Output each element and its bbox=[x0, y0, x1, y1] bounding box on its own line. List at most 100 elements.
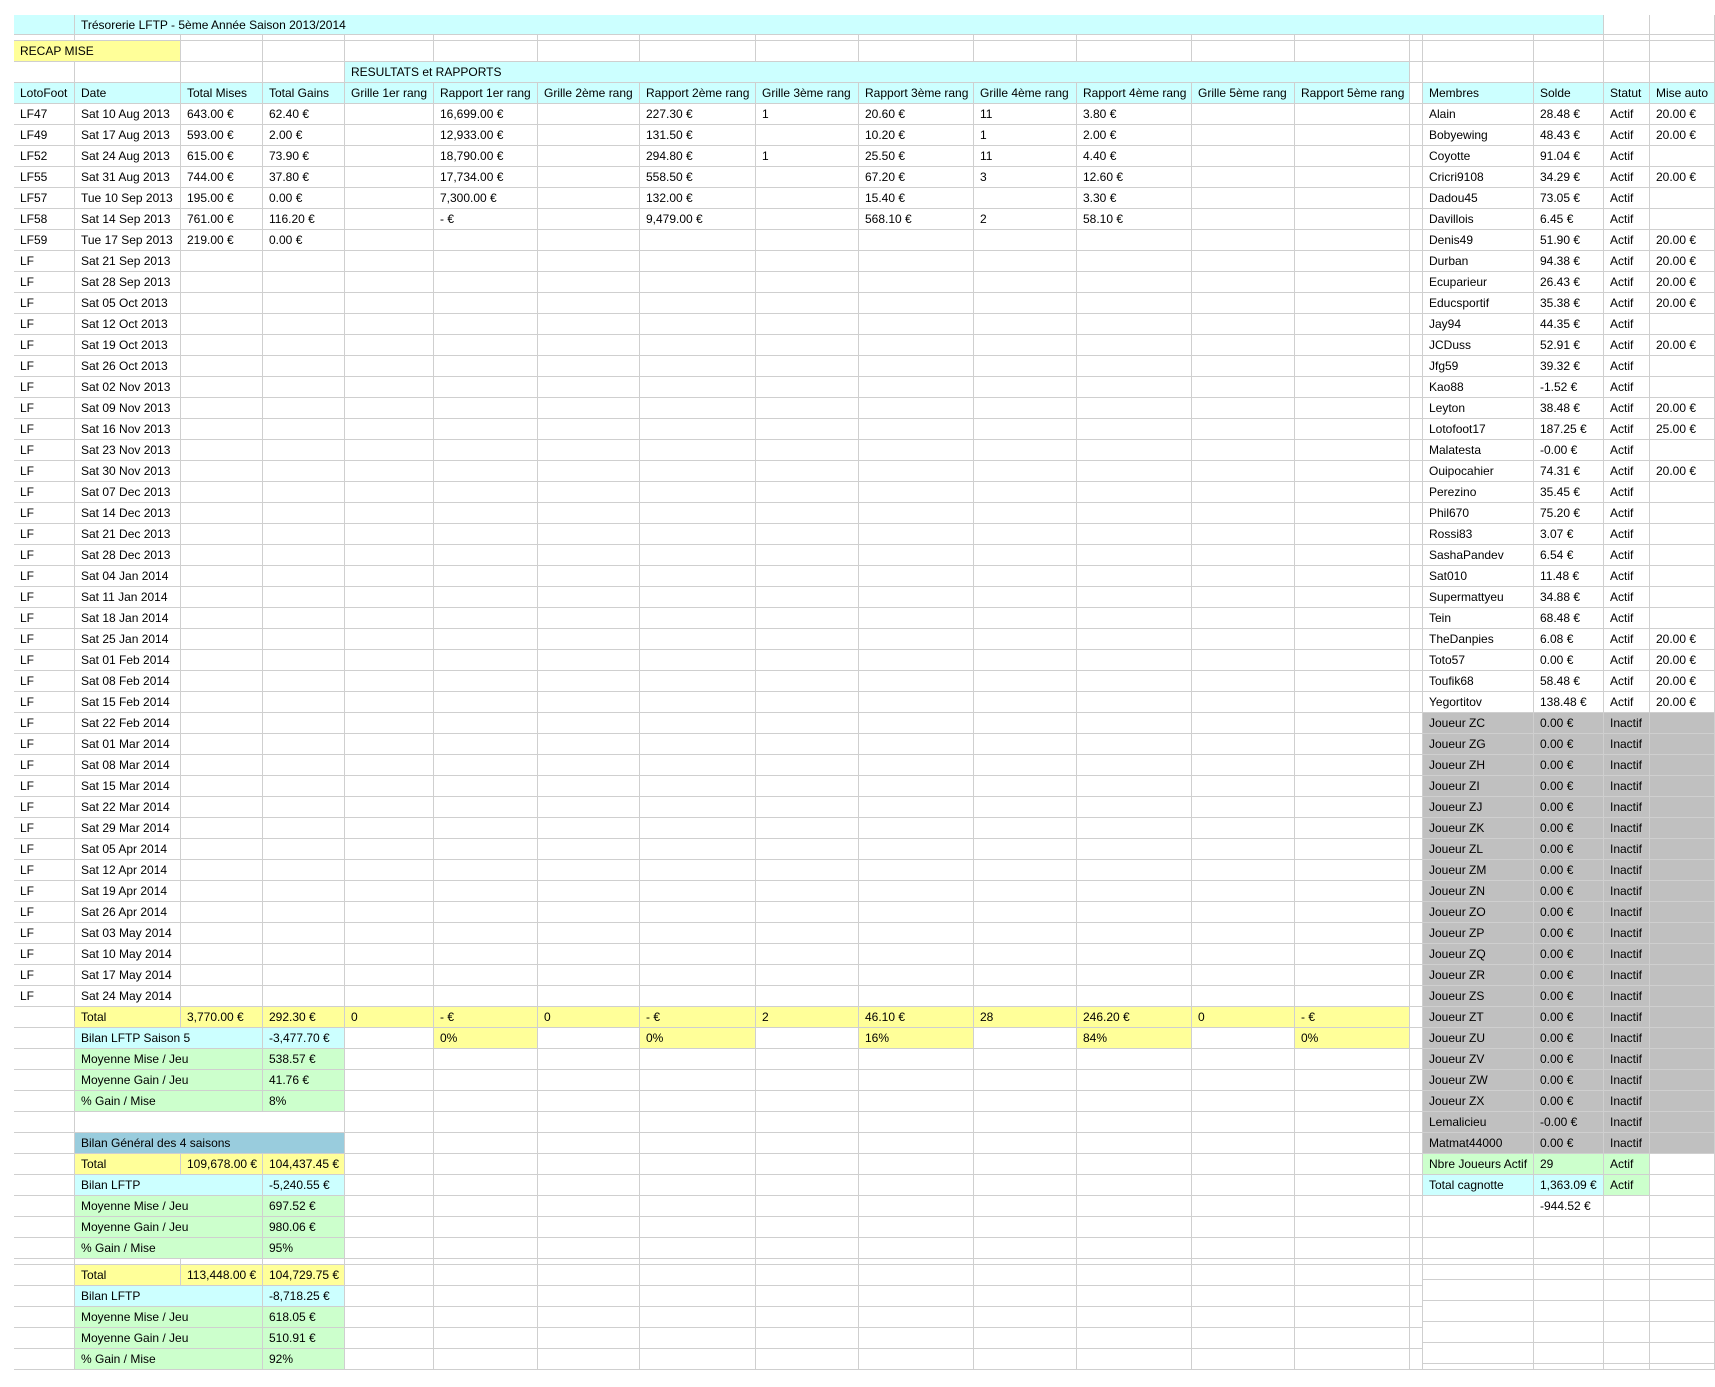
member-summary-value[interactable]: 29 bbox=[1534, 1154, 1604, 1175]
blank-cell[interactable] bbox=[756, 1049, 859, 1070]
member-cell[interactable]: Kao88 bbox=[1423, 377, 1534, 398]
game-cell[interactable] bbox=[434, 503, 538, 524]
game-cell[interactable]: Sat 03 May 2014 bbox=[75, 923, 181, 944]
blank-cell[interactable] bbox=[434, 1133, 538, 1154]
game-cell[interactable] bbox=[974, 839, 1077, 860]
member-cell[interactable]: Inactif bbox=[1604, 1007, 1650, 1028]
game-cell[interactable]: LF bbox=[14, 440, 75, 461]
game-cell[interactable] bbox=[974, 440, 1077, 461]
blank-cell[interactable] bbox=[1295, 1154, 1410, 1175]
blank-cell[interactable] bbox=[756, 1112, 859, 1133]
game-cell[interactable] bbox=[1192, 125, 1295, 146]
game-cell[interactable]: LF bbox=[14, 713, 75, 734]
game-cell[interactable] bbox=[756, 923, 859, 944]
game-cell[interactable] bbox=[345, 335, 434, 356]
game-cell[interactable] bbox=[640, 713, 756, 734]
game-cell[interactable] bbox=[859, 398, 974, 419]
member-cell[interactable]: 20.00 € bbox=[1650, 230, 1715, 251]
game-cell[interactable] bbox=[640, 965, 756, 986]
member-cell[interactable]: Lemalicieu bbox=[1423, 1112, 1534, 1133]
member-cell[interactable]: Joueur ZR bbox=[1423, 965, 1534, 986]
bilan-row-value[interactable]: 618.05 € bbox=[263, 1307, 345, 1328]
blank-cell[interactable] bbox=[859, 1070, 974, 1091]
game-cell[interactable]: LF bbox=[14, 272, 75, 293]
separator-cell[interactable] bbox=[1410, 1007, 1423, 1028]
blank-cell[interactable] bbox=[1650, 1364, 1715, 1370]
separator-cell[interactable] bbox=[1410, 356, 1423, 377]
total-cell[interactable]: 0 bbox=[538, 1007, 640, 1028]
game-cell[interactable] bbox=[859, 860, 974, 881]
game-cell[interactable] bbox=[640, 839, 756, 860]
blank-cell[interactable] bbox=[640, 1133, 756, 1154]
separator-cell[interactable] bbox=[1410, 944, 1423, 965]
member-cell[interactable]: Actif bbox=[1604, 398, 1650, 419]
game-cell[interactable] bbox=[434, 902, 538, 923]
game-cell[interactable] bbox=[538, 797, 640, 818]
game-cell[interactable] bbox=[640, 377, 756, 398]
game-cell[interactable] bbox=[263, 671, 345, 692]
separator-cell[interactable] bbox=[1410, 398, 1423, 419]
bilan-row-label[interactable]: % Gain / Mise bbox=[75, 1349, 263, 1370]
blank-cell[interactable] bbox=[1192, 1112, 1295, 1133]
game-cell[interactable] bbox=[538, 167, 640, 188]
game-cell[interactable] bbox=[345, 545, 434, 566]
game-cell[interactable] bbox=[434, 860, 538, 881]
game-cell[interactable] bbox=[1295, 377, 1410, 398]
game-cell[interactable] bbox=[345, 440, 434, 461]
game-cell[interactable]: LF bbox=[14, 293, 75, 314]
member-cell[interactable]: Joueur ZW bbox=[1423, 1070, 1534, 1091]
summary-value[interactable]: 538.57 € bbox=[263, 1049, 345, 1070]
game-cell[interactable]: Tue 17 Sep 2013 bbox=[75, 230, 181, 251]
game-cell[interactable]: Sat 12 Apr 2014 bbox=[75, 860, 181, 881]
game-cell[interactable] bbox=[1192, 440, 1295, 461]
member-cell[interactable]: Alain bbox=[1423, 104, 1534, 125]
game-cell[interactable] bbox=[974, 503, 1077, 524]
blank-cell[interactable] bbox=[1604, 1343, 1650, 1364]
member-cell[interactable]: 34.29 € bbox=[1534, 167, 1604, 188]
game-cell[interactable] bbox=[1192, 230, 1295, 251]
member-cell[interactable]: Inactif bbox=[1604, 944, 1650, 965]
blank-cell[interactable] bbox=[756, 1070, 859, 1091]
blank-cell[interactable] bbox=[14, 1007, 75, 1028]
game-cell[interactable] bbox=[640, 461, 756, 482]
game-cell[interactable] bbox=[1295, 482, 1410, 503]
member-cell[interactable]: 0.00 € bbox=[1534, 944, 1604, 965]
member-cell[interactable]: Actif bbox=[1604, 419, 1650, 440]
blank-cell[interactable] bbox=[974, 1175, 1077, 1196]
member-cell[interactable]: Inactif bbox=[1604, 818, 1650, 839]
game-cell[interactable] bbox=[756, 860, 859, 881]
blank-cell[interactable] bbox=[345, 1196, 434, 1217]
member-cell[interactable] bbox=[1650, 377, 1715, 398]
game-cell[interactable]: 62.40 € bbox=[263, 104, 345, 125]
separator-cell[interactable] bbox=[1410, 629, 1423, 650]
blank-cell[interactable] bbox=[434, 1265, 538, 1286]
column-header[interactable]: Rapport 2ème rang bbox=[640, 83, 756, 104]
game-cell[interactable] bbox=[263, 272, 345, 293]
bilan-saison-value[interactable]: -3,477.70 € bbox=[263, 1028, 345, 1049]
blank-cell[interactable] bbox=[434, 1070, 538, 1091]
game-cell[interactable]: 1 bbox=[756, 104, 859, 125]
game-cell[interactable] bbox=[859, 839, 974, 860]
blank-cell[interactable] bbox=[974, 1328, 1077, 1349]
blank-cell[interactable] bbox=[434, 1286, 538, 1307]
rank-percentage[interactable]: 16% bbox=[859, 1028, 974, 1049]
game-cell[interactable] bbox=[263, 356, 345, 377]
separator-cell[interactable] bbox=[1410, 1070, 1423, 1091]
member-cell[interactable]: 6.45 € bbox=[1534, 209, 1604, 230]
game-cell[interactable]: Sat 02 Nov 2013 bbox=[75, 377, 181, 398]
game-cell[interactable] bbox=[1192, 419, 1295, 440]
game-cell[interactable]: 7,300.00 € bbox=[434, 188, 538, 209]
member-cell[interactable]: Inactif bbox=[1604, 1028, 1650, 1049]
game-cell[interactable]: LF52 bbox=[14, 146, 75, 167]
game-cell[interactable] bbox=[181, 608, 263, 629]
game-cell[interactable] bbox=[538, 188, 640, 209]
member-cell[interactable]: 28.48 € bbox=[1534, 104, 1604, 125]
game-cell[interactable] bbox=[181, 335, 263, 356]
game-cell[interactable]: LF bbox=[14, 650, 75, 671]
game-cell[interactable] bbox=[974, 755, 1077, 776]
blank-cell[interactable] bbox=[538, 1238, 640, 1259]
game-cell[interactable] bbox=[1192, 818, 1295, 839]
member-cell[interactable]: Joueur ZL bbox=[1423, 839, 1534, 860]
member-cell[interactable] bbox=[1650, 965, 1715, 986]
blank-cell[interactable] bbox=[1604, 1217, 1650, 1238]
